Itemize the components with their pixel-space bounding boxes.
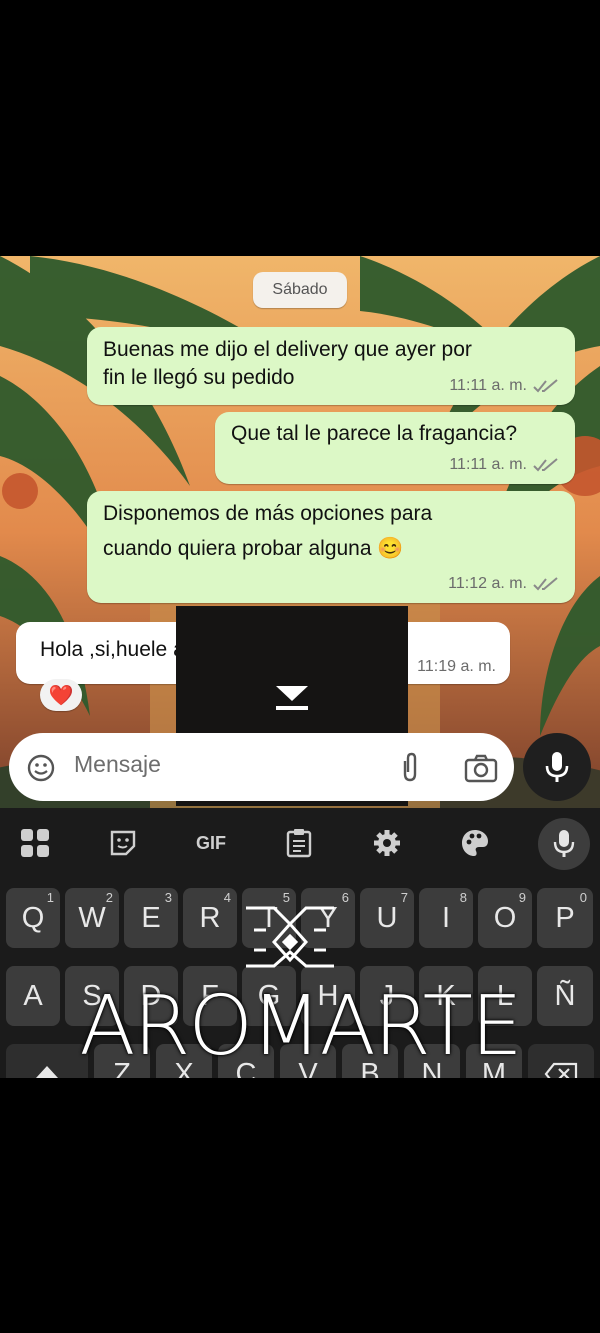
message-meta: 11:12 a. m. — [448, 575, 559, 593]
key-enye[interactable]: Ñ — [537, 966, 593, 1026]
key-hint: 1 — [46, 890, 54, 905]
message-bubble-outgoing[interactable]: Que tal le parece la fragancia? 11:11 a.… — [215, 412, 575, 484]
message-bubble-outgoing[interactable]: Disponemos de más opciones para cuando q… — [87, 491, 575, 603]
message-bubble-outgoing[interactable]: Buenas me dijo el delivery que ayer por … — [87, 327, 575, 405]
key-label: P — [555, 901, 575, 934]
message-meta: 11:19 a. m. — [417, 658, 496, 676]
key-hint: 3 — [164, 890, 172, 905]
read-ticks-icon — [533, 577, 558, 591]
sticker-icon[interactable] — [98, 818, 148, 868]
keyboard-voice-button[interactable] — [538, 818, 590, 870]
message-text-line: Buenas me dijo el delivery que ayer por — [103, 338, 472, 361]
camera-icon[interactable] — [464, 753, 498, 783]
mic-icon — [553, 830, 575, 857]
message-text-line: fin le llegó su pedido — [103, 366, 295, 389]
message-time: 11:11 a. m. — [449, 377, 527, 394]
message-text-line: Que tal le parece la fragancia? — [231, 422, 518, 445]
key-label: Q — [21, 901, 45, 934]
key-u[interactable]: U7 — [360, 888, 414, 948]
message-input[interactable]: Mensaje — [74, 751, 161, 778]
read-ticks-icon — [533, 379, 558, 393]
emoji-sticker-icon[interactable] — [26, 753, 56, 783]
apps-icon[interactable] — [10, 818, 60, 868]
key-label: U — [376, 901, 398, 934]
key-label: I — [441, 901, 451, 934]
key-o[interactable]: O9 — [478, 888, 532, 948]
message-text-line: cuando quiera probar alguna 😊 — [103, 537, 404, 560]
key-r[interactable]: R4 — [183, 888, 237, 948]
key-hint: 6 — [341, 890, 349, 905]
shift-arrow-icon — [36, 1066, 58, 1078]
message-time: 11:19 a. m. — [417, 658, 496, 675]
date-chip: Sábado — [253, 272, 347, 308]
message-time: 11:11 a. m. — [449, 456, 527, 473]
theme-palette-icon[interactable] — [450, 818, 500, 868]
key-hint: 7 — [400, 890, 408, 905]
key-hint: 4 — [223, 890, 231, 905]
read-ticks-icon — [533, 458, 558, 472]
clipboard-icon[interactable] — [274, 818, 324, 868]
aromarte-logo-icon — [246, 906, 334, 968]
mic-icon — [545, 752, 569, 782]
message-meta: 11:11 a. m. — [449, 456, 559, 474]
key-p[interactable]: P0 — [537, 888, 593, 948]
gif-button[interactable]: GIF — [186, 818, 236, 868]
heart-reaction-icon: ❤️ — [48, 684, 74, 707]
aromarte-watermark: AROMARTE — [79, 979, 522, 1074]
message-time: 11:12 a. m. — [448, 575, 527, 592]
key-label: R — [199, 901, 221, 934]
key-hint: 0 — [579, 890, 587, 905]
key-hint: 8 — [459, 890, 467, 905]
key-i[interactable]: I8 — [419, 888, 473, 948]
message-input-bar[interactable]: Mensaje — [9, 733, 514, 801]
settings-icon[interactable] — [362, 818, 412, 868]
key-e[interactable]: E3 — [124, 888, 178, 948]
voice-record-button[interactable] — [523, 733, 591, 801]
key-label: E — [141, 901, 161, 934]
key-hint: 2 — [105, 890, 113, 905]
backspace-icon — [544, 1062, 578, 1078]
attach-icon[interactable] — [397, 751, 423, 783]
message-text-line: Disponemos de más opciones para — [103, 502, 433, 525]
key-hint: 9 — [518, 890, 526, 905]
key-a[interactable]: A — [6, 966, 60, 1026]
key-q[interactable]: Q1 — [6, 888, 60, 948]
message-reaction[interactable]: ❤️ — [40, 679, 82, 711]
key-label: O — [493, 901, 517, 934]
key-label: W — [78, 901, 106, 934]
message-meta: 11:11 a. m. — [449, 377, 559, 395]
key-w[interactable]: W2 — [65, 888, 119, 948]
